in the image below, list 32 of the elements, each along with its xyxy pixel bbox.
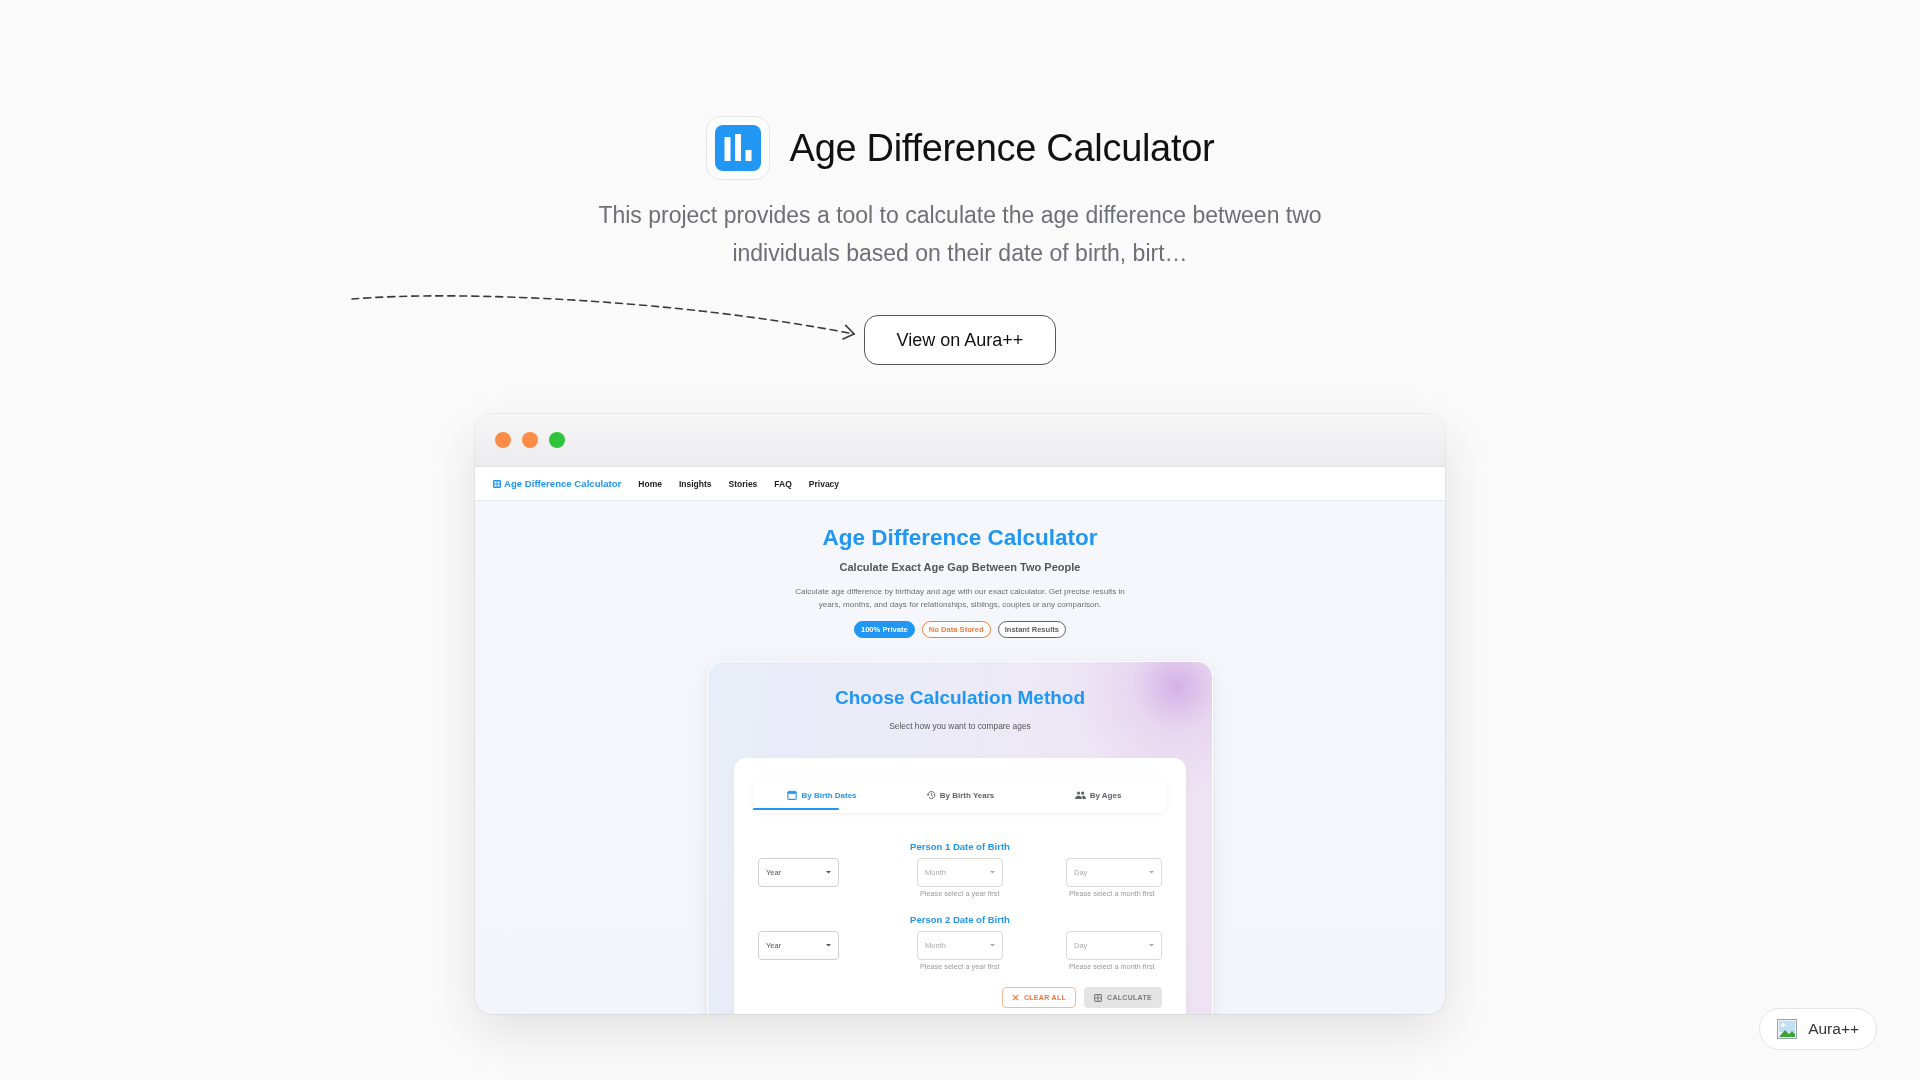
nav-link[interactable]: FAQ: [774, 478, 792, 489]
history-icon: [925, 790, 936, 800]
x-icon: [1011, 994, 1019, 1001]
card-title: Choose Calculation Method: [833, 686, 1087, 710]
hero-subtitle: Calculate Exact Age Gap Between Two People: [839, 560, 1081, 574]
caret-icon: [1149, 871, 1154, 874]
nav-link[interactable]: Insights: [678, 478, 712, 489]
hero-description: Calculate age difference by birthday and age with our exact calculator. Get precise results in years, months, and days for relationships, siblings, couples or any comparison.: [794, 586, 1126, 611]
bar-chart-icon: [705, 116, 770, 180]
caret-icon: [1149, 944, 1154, 947]
nav-link[interactable]: Home: [638, 478, 662, 489]
card-subtitle: Select how you want to compare ages: [888, 720, 1032, 732]
view-button[interactable]: View on Aura++: [864, 315, 1056, 365]
caret-icon: [826, 871, 831, 874]
nav-link[interactable]: Privacy: [808, 478, 840, 489]
grid-icon: [493, 479, 501, 488]
caret-icon: [990, 871, 995, 874]
hero-title: Age Difference Calculator: [822, 524, 1098, 552]
calendar-icon: [787, 790, 798, 800]
grid-icon: [1094, 993, 1103, 1002]
person-heading: Person 1 Date of Birth: [909, 841, 1011, 853]
caret-icon: [826, 944, 831, 947]
people-icon: [1074, 791, 1086, 799]
page-title: Age Difference Calculator: [789, 126, 1215, 171]
method-tab[interactable]: By Birth Years: [891, 777, 1029, 813]
method-tab[interactable]: By Ages: [1029, 777, 1167, 813]
image-icon: [1777, 1019, 1798, 1039]
corner-link[interactable]: Aura++: [1759, 1008, 1877, 1050]
nav-link[interactable]: Stories: [728, 478, 758, 489]
project-description: This project provides a tool to calculate the age difference between two individuals based on their date of birth, birt…: [597, 201, 1323, 268]
person-heading: Person 2 Date of Birth: [909, 914, 1011, 926]
caret-icon: [990, 944, 995, 947]
